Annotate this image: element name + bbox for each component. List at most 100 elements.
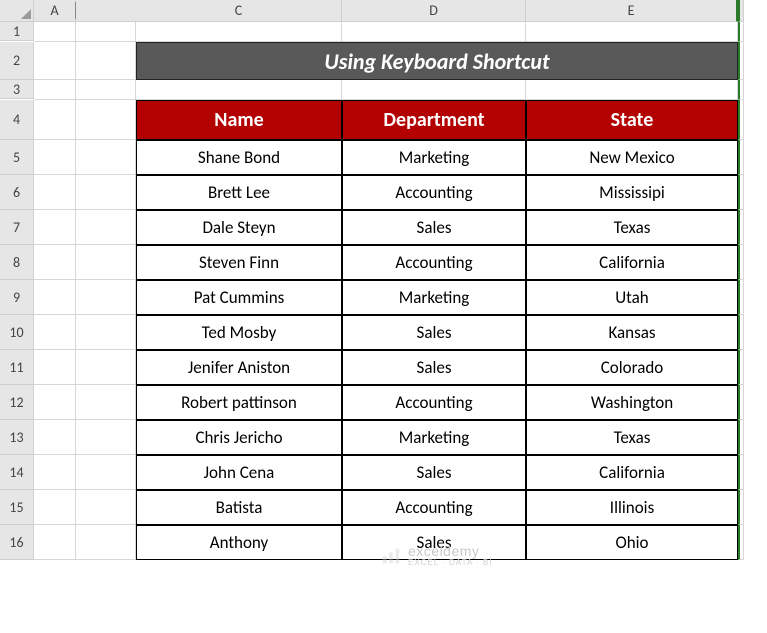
row-header-9[interactable]: 9 <box>0 280 34 315</box>
cell-f11[interactable] <box>738 350 744 385</box>
table-row[interactable]: Jenifer Aniston <box>136 350 342 385</box>
cell-f2[interactable] <box>738 42 744 80</box>
cell-c3[interactable] <box>136 80 342 100</box>
table-row[interactable]: Sales <box>342 210 526 245</box>
col-header-c[interactable]: C <box>136 0 342 22</box>
cell-f3[interactable] <box>738 80 744 100</box>
cell-a16[interactable] <box>34 525 76 560</box>
col-header-d[interactable]: D <box>342 0 526 22</box>
table-row[interactable]: Accounting <box>342 385 526 420</box>
table-row[interactable]: Marketing <box>342 140 526 175</box>
table-row[interactable]: Marketing <box>342 280 526 315</box>
cell-a5[interactable] <box>34 140 76 175</box>
col-header-hidden-split[interactable] <box>738 0 744 22</box>
cell-a13[interactable] <box>34 420 76 455</box>
cell-f5[interactable] <box>738 140 744 175</box>
cell-e3[interactable] <box>526 80 738 100</box>
table-row[interactable]: Sales <box>342 315 526 350</box>
table-header-state[interactable]: State <box>526 100 738 140</box>
cell-f13[interactable] <box>738 420 744 455</box>
cell-a14[interactable] <box>34 455 76 490</box>
table-row[interactable]: Sales <box>342 455 526 490</box>
cell-d1[interactable] <box>342 22 526 42</box>
cell-a12[interactable] <box>34 385 76 420</box>
table-row[interactable]: Chris Jericho <box>136 420 342 455</box>
table-row[interactable]: Ohio <box>526 525 738 560</box>
col-header-a[interactable]: A <box>34 0 76 22</box>
table-row[interactable]: Accounting <box>342 245 526 280</box>
cell-a7[interactable] <box>34 210 76 245</box>
table-row[interactable]: Pat Cummins <box>136 280 342 315</box>
cell-f1[interactable] <box>738 22 744 42</box>
cell-a11[interactable] <box>34 350 76 385</box>
table-row[interactable]: Dale Steyn <box>136 210 342 245</box>
table-row[interactable]: Kansas <box>526 315 738 350</box>
row-header-2[interactable]: 2 <box>0 42 34 80</box>
cell-f9[interactable] <box>738 280 744 315</box>
cell-a6[interactable] <box>34 175 76 210</box>
table-row[interactable]: Marketing <box>342 420 526 455</box>
table-row[interactable]: California <box>526 455 738 490</box>
row-header-12[interactable]: 12 <box>0 385 34 420</box>
row-header-15[interactable]: 15 <box>0 490 34 525</box>
cell-f15[interactable] <box>738 490 744 525</box>
table-row[interactable]: Shane Bond <box>136 140 342 175</box>
table-row[interactable]: Texas <box>526 420 738 455</box>
table-row[interactable]: Sales <box>342 525 526 560</box>
table-row[interactable]: California <box>526 245 738 280</box>
table-row[interactable]: Ted Mosby <box>136 315 342 350</box>
cell-f7[interactable] <box>738 210 744 245</box>
table-header-department[interactable]: Department <box>342 100 526 140</box>
row-header-3[interactable]: 3 <box>0 80 34 99</box>
row-header-10[interactable]: 10 <box>0 315 34 350</box>
title-cell[interactable]: Using Keyboard Shortcut <box>136 42 738 80</box>
table-row[interactable]: Utah <box>526 280 738 315</box>
cell-f6[interactable] <box>738 175 744 210</box>
row-header-6[interactable]: 6 <box>0 175 34 210</box>
table-row[interactable]: John Cena <box>136 455 342 490</box>
table-row[interactable]: Illinois <box>526 490 738 525</box>
cell-a1[interactable] <box>34 22 76 42</box>
row-header-13[interactable]: 13 <box>0 420 34 455</box>
table-row[interactable]: Colorado <box>526 350 738 385</box>
cell-d3[interactable] <box>342 80 526 100</box>
table-row[interactable]: Steven Finn <box>136 245 342 280</box>
row-header-1[interactable]: 1 <box>0 22 34 41</box>
select-all-corner[interactable] <box>0 0 34 22</box>
table-row[interactable]: Mississipi <box>526 175 738 210</box>
cell-f8[interactable] <box>738 245 744 280</box>
cell-f10[interactable] <box>738 315 744 350</box>
cell-a2[interactable] <box>34 42 76 80</box>
table-row[interactable]: Anthony <box>136 525 342 560</box>
cell-a9[interactable] <box>34 280 76 315</box>
table-row[interactable]: Texas <box>526 210 738 245</box>
row-header-4[interactable]: 4 <box>0 100 34 140</box>
row-header-14[interactable]: 14 <box>0 455 34 490</box>
table-row[interactable]: Accounting <box>342 175 526 210</box>
table-row[interactable]: Brett Lee <box>136 175 342 210</box>
col-header-e[interactable]: E <box>526 0 738 22</box>
cell-a4[interactable] <box>34 100 76 140</box>
table-row[interactable]: Sales <box>342 350 526 385</box>
table-header-name[interactable]: Name <box>136 100 342 140</box>
cell-e1[interactable] <box>526 22 738 42</box>
row-header-16[interactable]: 16 <box>0 525 34 560</box>
cell-f4[interactable] <box>738 100 744 140</box>
cell-a8[interactable] <box>34 245 76 280</box>
row-header-5[interactable]: 5 <box>0 140 34 175</box>
table-row[interactable]: Accounting <box>342 490 526 525</box>
cell-c1[interactable] <box>136 22 342 42</box>
cell-f12[interactable] <box>738 385 744 420</box>
cell-f16[interactable] <box>738 525 744 560</box>
row-header-7[interactable]: 7 <box>0 210 34 245</box>
row-header-8[interactable]: 8 <box>0 245 34 280</box>
row-header-11[interactable]: 11 <box>0 350 34 385</box>
cell-a15[interactable] <box>34 490 76 525</box>
cell-a10[interactable] <box>34 315 76 350</box>
table-row[interactable]: Robert pattinson <box>136 385 342 420</box>
table-row[interactable]: Batista <box>136 490 342 525</box>
cell-a3[interactable] <box>34 80 76 100</box>
cell-f14[interactable] <box>738 455 744 490</box>
table-row[interactable]: Washington <box>526 385 738 420</box>
table-row[interactable]: New Mexico <box>526 140 738 175</box>
